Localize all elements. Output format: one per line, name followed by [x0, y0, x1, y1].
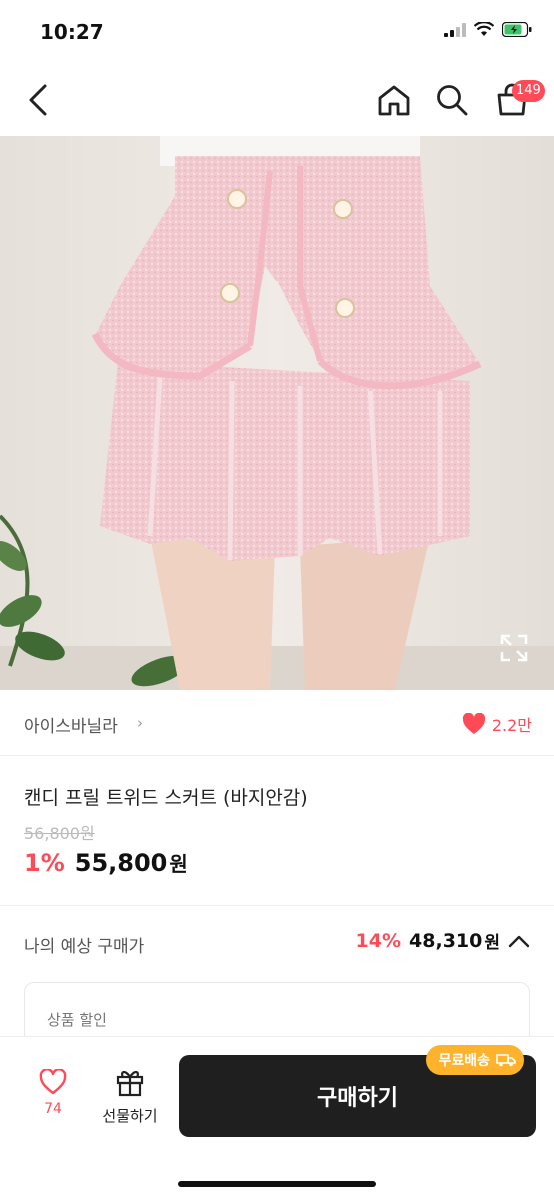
skirt-photo — [0, 136, 554, 690]
discount-card-label: 상품 할인 — [47, 1011, 107, 1029]
chevron-right-icon: › — [137, 714, 143, 732]
wifi-icon — [474, 22, 494, 36]
brand-name[interactable]: 아이스바닐라 — [24, 712, 118, 737]
status-time: 10:27 — [40, 20, 104, 44]
like-button[interactable]: 2.2만 — [462, 712, 532, 736]
cart-count-badge: 149 — [512, 80, 545, 102]
back-arrow-icon — [29, 84, 47, 116]
product-title: 캔디 프릴 트위드 스커트 (바지안감) — [24, 787, 308, 809]
wishlist-count: 74 — [44, 1101, 62, 1117]
home-indicator — [178, 1181, 376, 1187]
expected-price-label: 나의 예상 구매가 — [24, 937, 145, 957]
status-bar: 10:27 — [0, 0, 554, 64]
price-row: 1% 55,800 원 — [24, 848, 188, 877]
heart-outline-icon — [39, 1068, 67, 1095]
status-icons — [444, 22, 532, 37]
truck-icon — [496, 1054, 516, 1067]
cart-button[interactable]: 149 — [492, 80, 545, 120]
brand-row[interactable]: 아이스바닐라 › 2.2만 — [0, 690, 554, 756]
free-shipping-badge: 무료배송 — [426, 1045, 524, 1075]
signal-icon — [444, 22, 466, 37]
divider — [0, 905, 554, 906]
chevron-up-icon — [508, 935, 530, 947]
search-icon — [437, 85, 468, 116]
gift-icon — [116, 1071, 144, 1097]
home-icon — [378, 85, 410, 116]
search-button[interactable] — [432, 80, 472, 120]
expected-price-unit: 원 — [484, 933, 500, 953]
nav-bar: 149 — [0, 64, 554, 136]
battery-icon — [502, 22, 532, 37]
bottom-action-bar: 74 선물하기 구매하기 무료배송 — [0, 1036, 554, 1200]
expand-icon[interactable] — [500, 634, 528, 662]
original-price: 56,800원 — [24, 824, 95, 843]
discount-rate: 1% — [24, 849, 65, 877]
product-image[interactable] — [0, 136, 554, 690]
expected-price: 48,310 — [409, 929, 483, 952]
expected-discount-rate: 14% — [355, 929, 402, 952]
free-shipping-label: 무료배송 — [438, 1053, 490, 1069]
gift-label: 선물하기 — [102, 1107, 158, 1125]
sale-price: 55,800 — [74, 849, 168, 877]
back-button[interactable] — [18, 80, 58, 120]
heart-filled-icon — [462, 713, 485, 734]
home-button[interactable] — [374, 80, 414, 120]
price-unit: 원 — [169, 852, 188, 876]
gift-button[interactable]: 선물하기 — [96, 1067, 164, 1126]
like-count: 2.2만 — [491, 716, 532, 735]
wishlist-button[interactable]: 74 — [30, 1068, 76, 1117]
expected-price-toggle[interactable]: 14% 48,310 원 — [356, 928, 530, 953]
